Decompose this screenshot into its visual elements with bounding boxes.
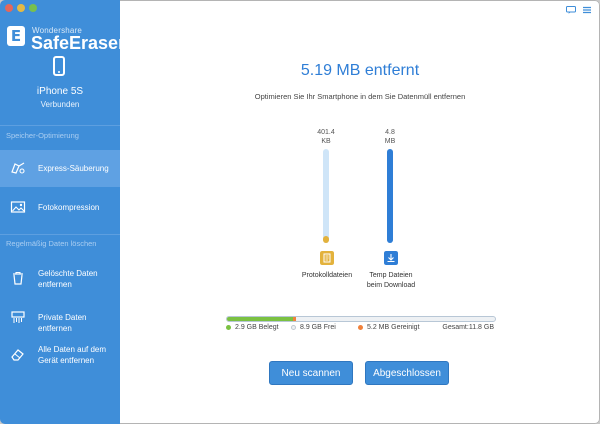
download-icon xyxy=(384,251,398,265)
app-window: E Wondershare SafeEraser iPhone 5S Verbu… xyxy=(0,0,600,424)
phone-icon xyxy=(53,56,65,76)
express-clean-icon xyxy=(11,162,25,174)
feedback-icon[interactable] xyxy=(566,6,576,14)
category-bar-fill xyxy=(387,149,393,243)
storage-used-segment xyxy=(227,317,293,321)
category-value: 4.8 MB xyxy=(384,129,396,145)
log-file-icon xyxy=(320,251,334,265)
sidebar-item-deleted-data[interactable]: Gelöschte Daten entfernen xyxy=(0,262,120,296)
category-bar-track xyxy=(387,149,393,243)
category-label: Temp Dateien beim Download xyxy=(366,272,416,289)
device-status: Verbunden xyxy=(40,100,80,109)
legend-used-label: 2.9 GB Belegt xyxy=(235,324,279,331)
freed-dot-icon xyxy=(358,325,363,330)
category-bar-track xyxy=(323,149,329,243)
device-name: iPhone 5S xyxy=(36,86,84,97)
free-dot-icon xyxy=(291,325,296,330)
sidebar-divider xyxy=(0,125,120,126)
trash-icon xyxy=(13,271,23,285)
eraser-icon xyxy=(11,349,24,361)
legend-freed-label: 5.2 MB Gereinigt xyxy=(367,324,420,331)
shredder-icon xyxy=(11,311,25,323)
legend-used: 2.9 GB Belegt xyxy=(226,324,279,331)
used-dot-icon xyxy=(226,325,231,330)
window-toolbar xyxy=(566,6,592,14)
close-window-button[interactable] xyxy=(5,4,13,12)
sidebar-item-erase-all[interactable]: Alle Daten auf dem Gerät entfernen xyxy=(0,340,120,370)
zoom-window-button[interactable] xyxy=(29,4,37,12)
sidebar-item-label: Private Daten entfernen xyxy=(38,313,87,333)
rescan-button[interactable]: Neu scannen xyxy=(269,361,353,385)
legend-free-label: 8.9 GB Frei xyxy=(300,324,336,331)
sidebar-item-label: Alle Daten auf dem Gerät entfernen xyxy=(38,345,107,365)
menu-icon[interactable] xyxy=(582,6,592,14)
minimize-window-button[interactable] xyxy=(17,4,25,12)
sidebar-item-label: Fotokompression xyxy=(38,203,100,212)
category-bar-fill xyxy=(323,236,329,243)
sidebar-divider xyxy=(0,234,120,235)
result-subtitle: Optimieren Sie Ihr Smartphone in dem Sie… xyxy=(254,92,466,101)
app-logo-icon: E xyxy=(7,26,25,46)
storage-freed-segment xyxy=(293,317,296,321)
section-label-regular: Regelmäßig Daten löschen xyxy=(6,239,97,248)
legend-free: 8.9 GB Frei xyxy=(291,324,336,331)
sidebar-item-label: Express-Säuberung xyxy=(38,164,109,173)
brand-product: SafeEraser xyxy=(31,33,126,53)
result-title: 5.19 MB entfernt xyxy=(300,62,420,79)
section-label-storage: Speicher-Optimierung xyxy=(6,131,79,140)
storage-total: Gesamt:11.8 GB xyxy=(442,324,494,331)
done-button[interactable]: Abgeschlossen xyxy=(365,361,449,385)
storage-usage-bar xyxy=(226,316,496,322)
sidebar-item-label: Gelöschte Daten entfernen xyxy=(38,269,98,289)
legend-freed: 5.2 MB Gereinigt xyxy=(358,324,420,331)
sidebar-item-photo-compression[interactable]: Fotokompression xyxy=(0,189,120,226)
category-value: 401.4 KB xyxy=(317,129,335,145)
photo-icon xyxy=(10,201,26,213)
sidebar-item-express-clean[interactable]: Express-Säuberung xyxy=(0,150,120,187)
sidebar: E Wondershare SafeEraser iPhone 5S Verbu… xyxy=(0,0,125,424)
sidebar-item-private-data[interactable]: Private Daten entfernen xyxy=(0,304,120,333)
